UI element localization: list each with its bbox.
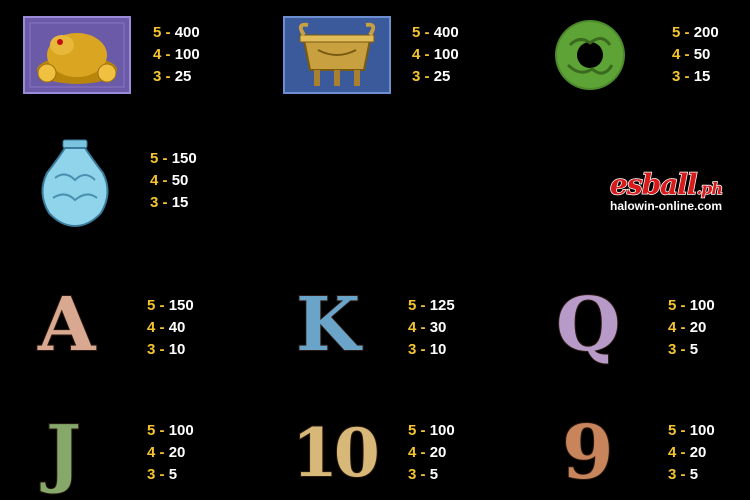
letter-j-icon: J — [45, 409, 82, 497]
pay-row: 4 - 20 — [147, 444, 186, 461]
pay-row: 4 - 20 — [408, 444, 447, 461]
golden-toad-icon — [22, 15, 132, 95]
bronze-cauldron-icon — [282, 15, 392, 95]
number-9-icon: 9 — [561, 409, 614, 497]
pay-row: 5 - 100 — [668, 297, 715, 314]
letter-k-icon: K — [295, 281, 361, 369]
pay-row: 4 - 20 — [668, 444, 707, 461]
pay-row: 5 - 150 — [147, 297, 194, 314]
pay-row: 3 - 5 — [147, 466, 178, 483]
pay-row: 4 - 100 — [153, 46, 200, 63]
watermark-logo: esball.ph halowin-online.com — [609, 167, 740, 213]
pay-row: 4 - 20 — [668, 319, 707, 336]
jade-disc-icon — [550, 15, 630, 95]
letter-q-icon: Q — [555, 281, 621, 369]
pay-row: 5 - 100 — [408, 422, 455, 439]
paytable-golden-toad: 5 - 400 4 - 100 3 - 25 — [153, 22, 200, 88]
pay-row: 4 - 50 — [672, 46, 711, 63]
pay-row: 3 - 5 — [408, 466, 439, 483]
pay-row: 4 - 30 — [408, 319, 447, 336]
pay-row: 3 - 10 — [147, 341, 186, 358]
paytable-letter-q: 5 - 100 4 - 20 3 - 5 — [668, 295, 715, 361]
pay-row: 3 - 25 — [153, 68, 192, 85]
paytable-number-10: 5 - 100 4 - 20 3 - 5 — [408, 420, 455, 486]
paytable-letter-a: 5 - 150 4 - 40 3 - 10 — [147, 295, 194, 361]
paytable-bronze-cauldron: 5 - 400 4 - 100 3 - 25 — [412, 22, 459, 88]
watermark-brand: esball.ph — [609, 167, 723, 202]
pay-row: 3 - 5 — [668, 466, 699, 483]
paytable-porcelain-vase: 5 - 150 4 - 50 3 - 15 — [150, 148, 197, 214]
letter-a-icon: A — [37, 281, 96, 369]
paytable-letter-k: 5 - 125 4 - 30 3 - 10 — [408, 295, 455, 361]
pay-row: 4 - 50 — [150, 172, 189, 189]
pay-row: 3 - 15 — [150, 194, 189, 211]
number-10-icon: 10 — [291, 413, 381, 493]
pay-row: 5 - 200 — [672, 24, 719, 41]
porcelain-vase-icon — [35, 138, 115, 228]
pay-row: 5 - 400 — [412, 24, 459, 41]
pay-row: 4 - 40 — [147, 319, 186, 336]
pay-row: 5 - 400 — [153, 24, 200, 41]
pay-row: 4 - 100 — [412, 46, 459, 63]
pay-row: 5 - 100 — [668, 422, 715, 439]
pay-row: 3 - 5 — [668, 341, 699, 358]
pay-row: 5 - 125 — [408, 297, 455, 314]
pay-row: 3 - 10 — [408, 341, 447, 358]
pay-row: 3 - 15 — [672, 68, 711, 85]
pay-row: 5 - 150 — [150, 150, 197, 167]
watermark-site: halowin-online.com — [610, 199, 723, 213]
pay-row: 5 - 100 — [147, 422, 194, 439]
paytable-jade-disc: 5 - 200 4 - 50 3 - 15 — [672, 22, 719, 88]
paytable-number-9: 5 - 100 4 - 20 3 - 5 — [668, 420, 715, 486]
paytable-letter-j: 5 - 100 4 - 20 3 - 5 — [147, 420, 194, 486]
pay-row: 3 - 25 — [412, 68, 451, 85]
